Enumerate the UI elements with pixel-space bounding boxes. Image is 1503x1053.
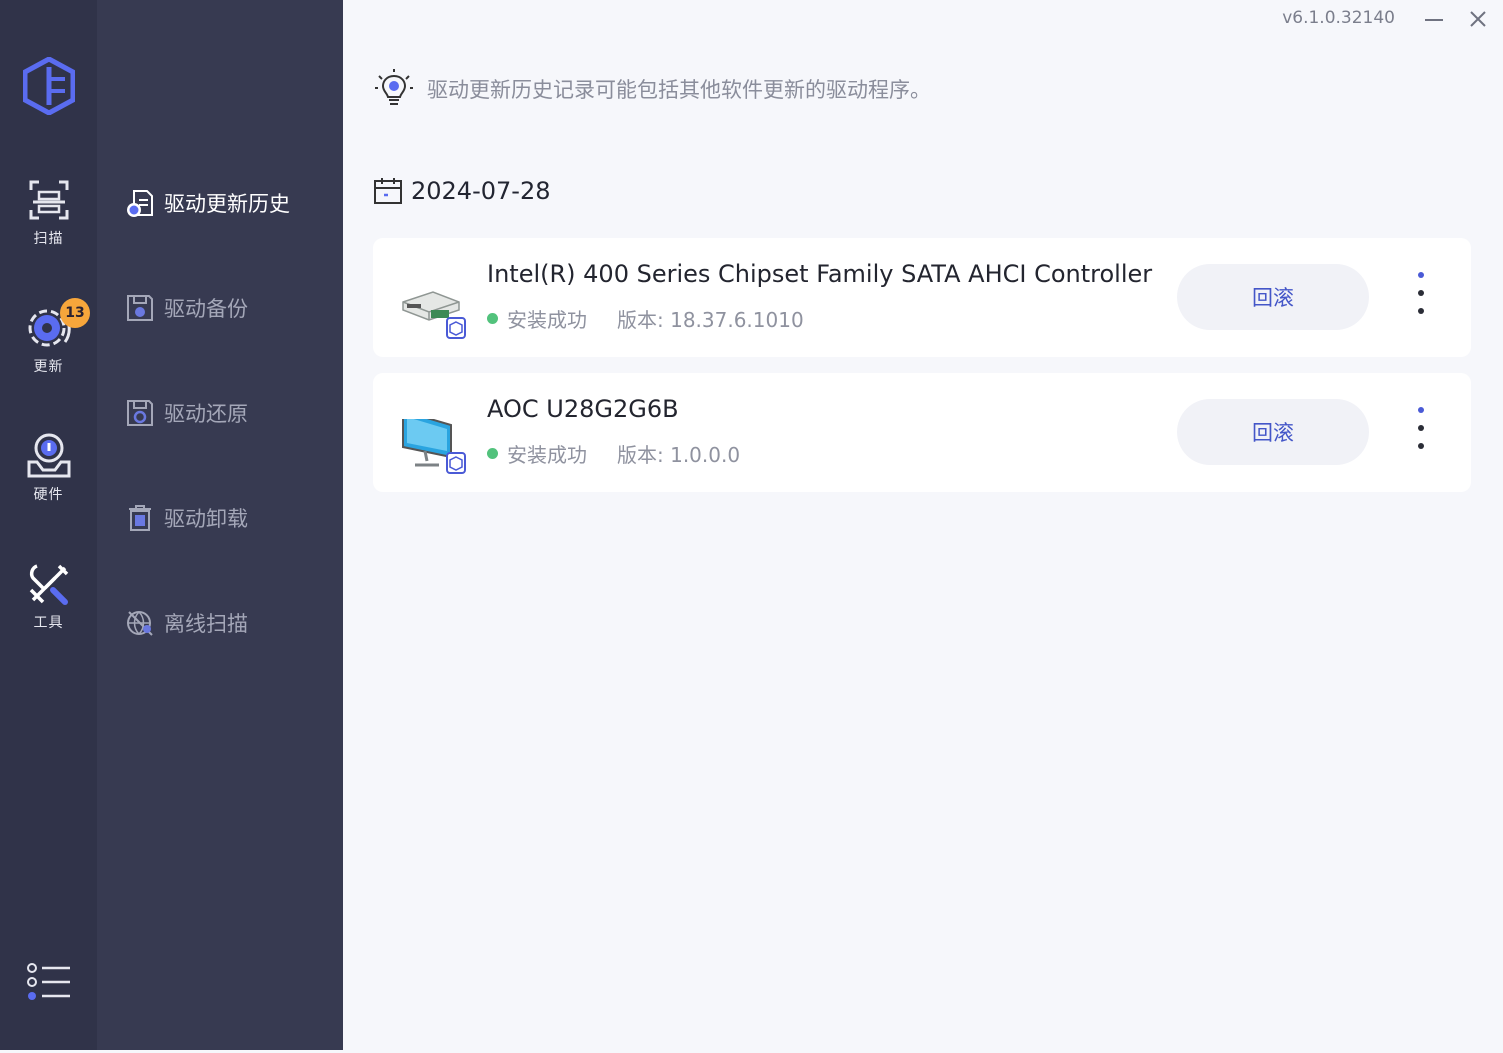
driver-name: Intel(R) 400 Series Chipset Family SATA … (487, 260, 1153, 288)
main-panel: v6.1.0.32140 驱动更新历史记录可能包括其他软件更新的驱动程序。 20… (343, 0, 1501, 1050)
install-status: 安装成功 (507, 308, 587, 332)
close-icon[interactable] (1465, 6, 1491, 32)
controller-card-icon (402, 291, 466, 339)
rail-item-tools[interactable]: 工具 (0, 560, 97, 650)
rail-item-label: 扫描 (33, 231, 64, 247)
history-date: 2024-07-28 (411, 177, 551, 205)
sidebar-item-label: 驱动备份 (164, 297, 248, 321)
icon-rail: 扫描 更新 13 硬件 工具 (0, 0, 98, 1050)
rail-item-label: 硬件 (33, 487, 64, 503)
sidebar-item-offline-scan[interactable]: 离线扫描 (125, 603, 335, 643)
rollback-button[interactable]: 回滚 (1177, 264, 1369, 330)
more-options-icon[interactable] (1411, 407, 1431, 459)
rail-item-label: 更新 (33, 359, 64, 375)
version-label: v6.1.0.32140 (1282, 8, 1395, 28)
app-window: 扫描 更新 13 硬件 工具 驱动更新历史 驱动备份 驱动还原 驱动卸载 离线扫… (0, 0, 1503, 1053)
rail-item-hardware[interactable]: 硬件 (0, 432, 97, 522)
sidebar-item-label: 离线扫描 (164, 612, 248, 636)
scan-icon (29, 180, 68, 220)
update-count-badge: 13 (60, 298, 90, 328)
date-header: 2024-07-28 (373, 176, 550, 206)
sidebar-item-update-history[interactable]: 驱动更新历史 (125, 183, 335, 223)
driver-name: AOC U28G2G6B (487, 395, 679, 423)
hardware-icon (27, 433, 70, 478)
driver-record: Intel(R) 400 Series Chipset Family SATA … (373, 238, 1471, 357)
sidebar-item-uninstall[interactable]: 驱动卸载 (125, 498, 335, 538)
sidebar-item-label: 驱动还原 (164, 402, 248, 426)
rollback-button[interactable]: 回滚 (1177, 399, 1369, 465)
uninstall-icon (129, 505, 151, 531)
success-dot-icon (487, 313, 498, 324)
tools-sidebar: 驱动更新历史 驱动备份 驱动还原 驱动卸载 离线扫描 (97, 0, 343, 1050)
driver-status-row: 安装成功 版本: 1.0.0.0 (487, 439, 740, 468)
history-icon (127, 190, 153, 217)
monitor-icon (402, 419, 466, 474)
restore-icon (127, 400, 153, 426)
list-menu-icon[interactable] (26, 962, 72, 1002)
driver-version: 版本: 18.37.6.1010 (617, 308, 804, 332)
install-status: 安装成功 (507, 443, 587, 467)
calendar-icon (374, 178, 402, 204)
driver-record: AOC U28G2G6B 安装成功 版本: 1.0.0.0 回滚 (373, 373, 1471, 492)
minimize-icon[interactable] (1421, 6, 1447, 32)
tools-icon (29, 564, 68, 605)
rail-item-label: 工具 (33, 615, 64, 631)
app-logo-icon (23, 57, 75, 115)
success-dot-icon (487, 448, 498, 459)
rail-item-scan[interactable]: 扫描 (0, 176, 97, 266)
sidebar-item-label: 驱动更新历史 (164, 192, 290, 216)
more-options-icon[interactable] (1411, 272, 1431, 324)
driver-version: 版本: 1.0.0.0 (617, 443, 741, 467)
driver-status-row: 安装成功 版本: 18.37.6.1010 (487, 304, 804, 333)
lightbulb-icon (375, 69, 413, 105)
info-tip: 驱动更新历史记录可能包括其他软件更新的驱动程序。 (373, 68, 931, 110)
sidebar-item-restore[interactable]: 驱动还原 (125, 393, 335, 433)
backup-icon (127, 295, 153, 321)
offline-scan-icon (127, 611, 153, 636)
sidebar-item-backup[interactable]: 驱动备份 (125, 288, 335, 328)
sidebar-item-label: 驱动卸载 (164, 507, 248, 531)
tip-text: 驱动更新历史记录可能包括其他软件更新的驱动程序。 (427, 78, 931, 102)
